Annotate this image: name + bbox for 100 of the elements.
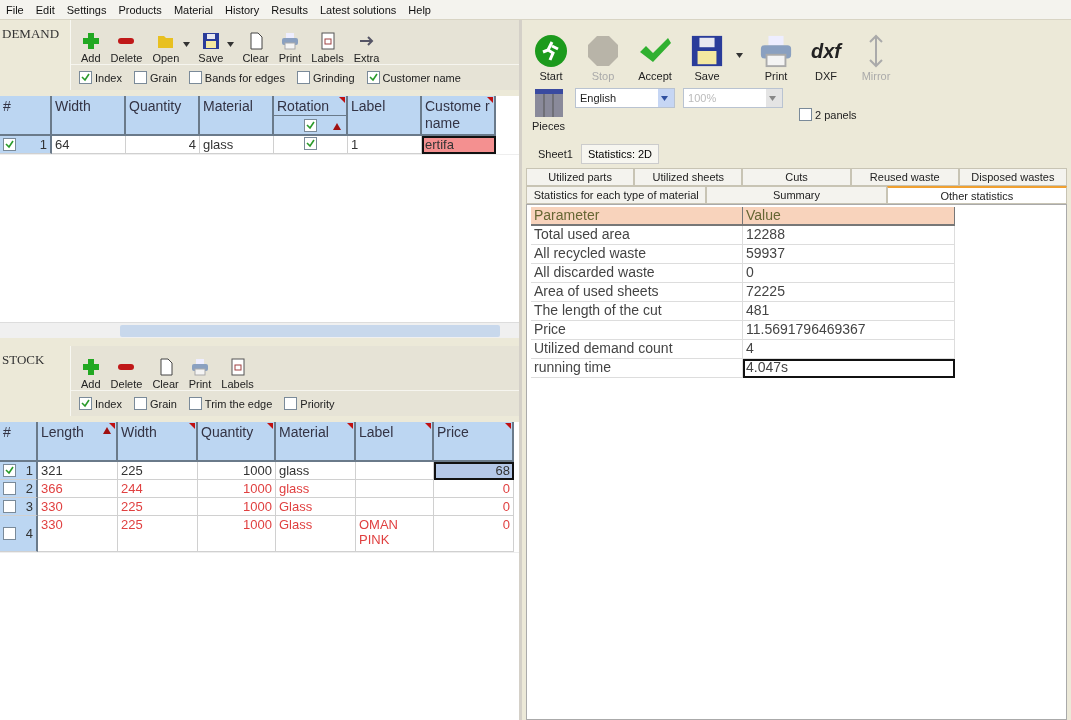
tab[interactable]: Cuts bbox=[742, 168, 851, 186]
toolbar-button[interactable]: Open bbox=[150, 32, 182, 64]
checkbox[interactable] bbox=[296, 71, 310, 84]
language-dropdown[interactable]: English bbox=[575, 88, 676, 108]
menu-item[interactable]: Material bbox=[167, 3, 219, 16]
column-header[interactable]: Price bbox=[434, 422, 514, 462]
toolbar-button[interactable]: Print bbox=[276, 32, 304, 64]
filter-mark-icon bbox=[487, 97, 493, 103]
table-cell: 72225 bbox=[743, 283, 955, 302]
checkbox[interactable] bbox=[133, 71, 147, 84]
menu-item[interactable]: Latest solutions bbox=[313, 3, 403, 16]
dropdown-arrow-icon[interactable] bbox=[227, 41, 235, 47]
checkbox-label: Grinding bbox=[312, 71, 355, 84]
column-header[interactable]: Label bbox=[356, 422, 434, 462]
checkbox[interactable] bbox=[3, 500, 16, 513]
dropdown-arrow-icon[interactable] bbox=[660, 95, 668, 101]
checkbox[interactable] bbox=[3, 482, 16, 495]
toolbar-button[interactable]: Delete bbox=[108, 32, 145, 64]
plus-icon bbox=[81, 32, 100, 50]
table-cell: All discarded waste bbox=[531, 264, 743, 283]
toolbar-button[interactable]: Start bbox=[532, 34, 570, 82]
toolbar-button[interactable]: Print bbox=[757, 34, 795, 82]
checkbox[interactable] bbox=[366, 71, 380, 84]
checkbox[interactable] bbox=[133, 397, 147, 410]
toolbar-button[interactable]: Save bbox=[196, 32, 226, 64]
row-header[interactable]: 1 bbox=[0, 136, 52, 154]
column-header[interactable]: # bbox=[0, 96, 52, 136]
menu-item[interactable]: File bbox=[0, 3, 30, 16]
table-cell: 1000 bbox=[198, 480, 276, 498]
toolbar-button[interactable]: Labels bbox=[309, 32, 346, 64]
row-number: 1 bbox=[25, 463, 33, 478]
toolbar-button[interactable]: Clear bbox=[150, 358, 181, 390]
menu-item[interactable]: Help bbox=[402, 3, 437, 16]
row-number: 3 bbox=[25, 499, 33, 514]
column-header[interactable]: Material bbox=[276, 422, 356, 462]
toolbar-button[interactable]: Save bbox=[688, 34, 726, 82]
table-cell: 1000 bbox=[198, 462, 276, 480]
pieces-button[interactable]: Pieces bbox=[530, 88, 568, 132]
horizontal-scrollbar[interactable] bbox=[0, 322, 519, 338]
toolbar-button[interactable]: Extra bbox=[351, 32, 382, 64]
document-icon bbox=[228, 358, 247, 376]
dropdown-arrow-icon[interactable] bbox=[183, 41, 191, 47]
column-header[interactable]: Width bbox=[52, 96, 126, 136]
column-header[interactable]: # bbox=[0, 422, 38, 462]
table-cell: 0 bbox=[743, 264, 955, 283]
menu-item[interactable]: Products bbox=[112, 3, 168, 16]
checkbox[interactable] bbox=[304, 137, 317, 150]
checkbox[interactable] bbox=[284, 397, 298, 410]
toolbar-button[interactable]: Labels bbox=[219, 358, 256, 390]
tab[interactable]: Utilized parts bbox=[526, 168, 635, 186]
row-header[interactable]: 3 bbox=[0, 498, 38, 516]
checkbox[interactable] bbox=[188, 397, 202, 410]
toolbar-button[interactable]: Accept bbox=[636, 34, 674, 82]
table-cell: Utilized demand count bbox=[531, 340, 743, 359]
toolbar-button[interactable]: Delete bbox=[108, 358, 145, 390]
row-header[interactable]: 2 bbox=[0, 480, 38, 498]
row-header[interactable]: 4 bbox=[0, 516, 38, 552]
column-header[interactable]: Length bbox=[38, 422, 118, 462]
tab[interactable]: Utilized sheets bbox=[634, 168, 743, 186]
menu-item[interactable]: Edit bbox=[29, 3, 61, 16]
tab[interactable]: Disposed wastes bbox=[958, 168, 1067, 186]
checkbox[interactable] bbox=[188, 71, 202, 84]
checkbox[interactable] bbox=[3, 464, 16, 477]
menu-item[interactable]: History bbox=[219, 3, 266, 16]
toolbar-button[interactable]: Add bbox=[79, 358, 103, 390]
view-tab[interactable]: Statistics: 2D bbox=[580, 144, 660, 164]
checkbox[interactable] bbox=[79, 397, 92, 410]
tab[interactable]: Statistics for each type of material bbox=[526, 186, 707, 204]
tab[interactable]: Summary bbox=[706, 186, 887, 204]
toolbar-button[interactable]: Add bbox=[79, 32, 103, 64]
dropdown-arrow-icon[interactable] bbox=[736, 52, 743, 58]
sheet-label: Sheet1 bbox=[538, 148, 573, 160]
tab[interactable]: Other statistics bbox=[886, 186, 1067, 204]
toolbar-button[interactable]: dxf DXF bbox=[809, 34, 843, 82]
checkbox[interactable] bbox=[303, 118, 317, 132]
column-header[interactable]: Width bbox=[118, 422, 198, 462]
table-cell: 12288 bbox=[743, 226, 955, 245]
table-cell: 11.5691796469367 bbox=[743, 321, 955, 340]
column-header[interactable]: Label bbox=[348, 96, 422, 136]
column-header[interactable]: Custome r name bbox=[422, 96, 496, 136]
runner-icon bbox=[534, 34, 568, 68]
printer-icon bbox=[281, 32, 299, 50]
checkbox[interactable] bbox=[79, 71, 92, 84]
section-title: STOCK bbox=[1, 351, 46, 369]
table-cell: 4 bbox=[126, 136, 200, 154]
row-header[interactable]: 1 bbox=[0, 462, 38, 480]
checkbox[interactable] bbox=[799, 108, 813, 121]
column-header[interactable]: Quantity bbox=[126, 96, 200, 136]
checkbox[interactable] bbox=[3, 138, 16, 151]
checkbox-label: 2 panels bbox=[815, 108, 857, 121]
menu-item[interactable]: Settings bbox=[60, 3, 113, 16]
checkbox-label: Grain bbox=[149, 71, 177, 84]
checkbox[interactable] bbox=[3, 527, 16, 540]
tab[interactable]: Reused waste bbox=[850, 168, 959, 186]
toolbar-button[interactable]: Clear bbox=[240, 32, 271, 64]
column-header[interactable]: Material bbox=[200, 96, 274, 136]
table-cell: The length of the cut bbox=[531, 302, 743, 321]
column-header[interactable]: Quantity bbox=[198, 422, 276, 462]
menu-item[interactable]: Results bbox=[265, 3, 314, 16]
toolbar-button[interactable]: Print bbox=[186, 358, 214, 390]
